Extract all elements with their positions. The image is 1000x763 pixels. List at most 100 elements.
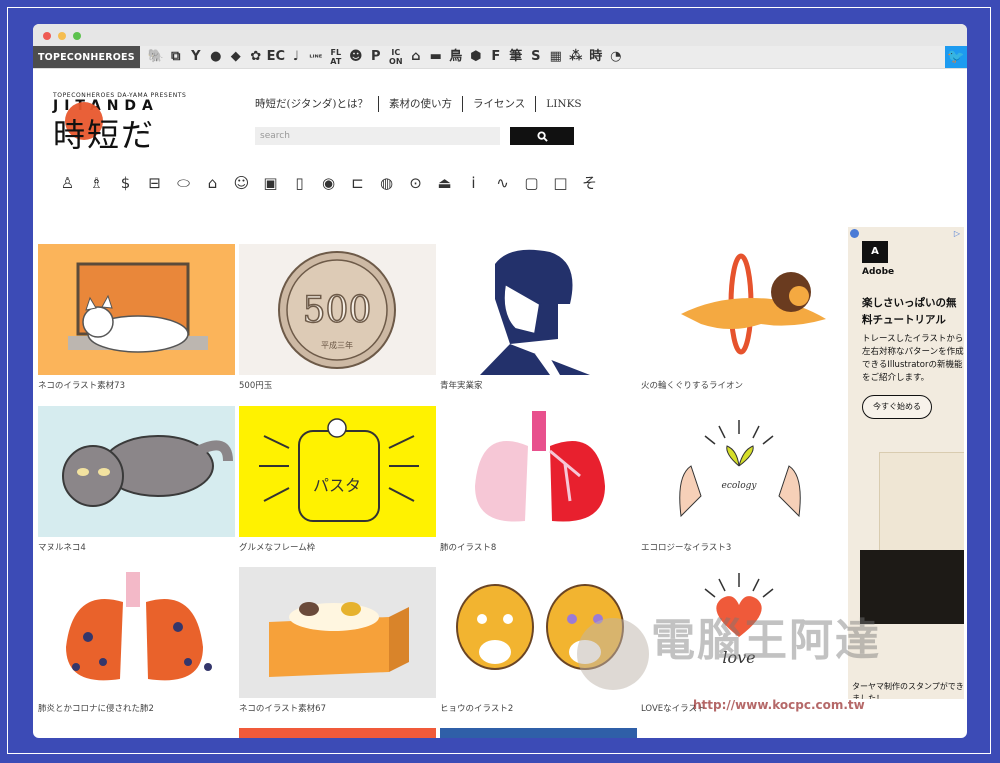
site-icon[interactable]: 時: [586, 46, 606, 68]
adchoices-icon[interactable]: ▷: [954, 229, 960, 238]
site-icon[interactable]: ☻: [346, 46, 366, 68]
site-icon[interactable]: F: [486, 46, 506, 68]
topeconheroes-bar: TOPECONHEROES 🐘 ⧉ Y ● ◆ ✿ EC ♩ ᴸᴵᴺᴱ FL AT ☻ P IC ON ⌂…: [33, 46, 967, 69]
card-caption[interactable]: 青年実業家: [440, 379, 637, 391]
ad-artwork: [879, 452, 964, 554]
nav-links[interactable]: LINKS: [535, 96, 591, 112]
category-icon[interactable]: ⏏: [430, 174, 459, 192]
maximize-dot[interactable]: [73, 32, 81, 40]
grid-card[interactable]: ecology エコロジーなイラスト3: [641, 406, 838, 553]
site-icon[interactable]: FL AT: [326, 48, 346, 66]
category-icon[interactable]: $: [111, 174, 140, 192]
category-icon[interactable]: i: [459, 174, 488, 192]
category-icon[interactable]: ▣: [256, 174, 285, 192]
site-icon[interactable]: ◆: [226, 46, 246, 68]
card-caption[interactable]: ヒョウのイラスト2: [440, 702, 637, 714]
site-icon[interactable]: P: [366, 46, 386, 68]
category-icon[interactable]: ♗: [82, 174, 111, 192]
site-icon[interactable]: ⧉: [166, 46, 186, 68]
category-icon[interactable]: ⊙: [401, 174, 430, 192]
coin-sub: 平成三年: [321, 340, 353, 350]
nav-about[interactable]: 時短だ(ジタンダ)とは？: [255, 96, 378, 112]
grid-card[interactable]: ネコのイラスト素材67: [239, 567, 436, 714]
watermark-url: http://www.kocpc.com.tw: [693, 698, 865, 712]
site-icon[interactable]: ▬: [426, 46, 446, 68]
category-icon[interactable]: ∿: [488, 174, 517, 192]
site-icon[interactable]: ◔: [606, 46, 626, 68]
site-icon[interactable]: ▦: [546, 46, 566, 68]
site-icon[interactable]: ✿: [246, 46, 266, 68]
grid-card[interactable]: ネコのイラスト素材73: [38, 244, 235, 391]
category-icon[interactable]: ▯: [285, 174, 314, 192]
grid-card[interactable]: 肺のイラスト8: [440, 406, 637, 553]
category-icon[interactable]: ☺: [227, 174, 256, 192]
ad-caption[interactable]: ターヤマ制作のスタンプができました！: [852, 681, 964, 699]
card-caption[interactable]: 500円玉: [239, 379, 436, 391]
thumb-businessman: [440, 244, 637, 375]
ad-info-icon[interactable]: [850, 229, 859, 238]
search-input[interactable]: search: [255, 127, 500, 145]
site-icon[interactable]: 筆: [506, 46, 526, 68]
site-icon[interactable]: ⬢: [466, 46, 486, 68]
site-icon[interactable]: 🐘: [146, 46, 166, 68]
category-icon[interactable]: ⌂: [198, 174, 227, 192]
category-icon[interactable]: □: [546, 174, 575, 192]
minimize-dot[interactable]: [58, 32, 66, 40]
thumb-ecology: ecology: [641, 406, 838, 537]
category-icon[interactable]: ⊏: [343, 174, 372, 192]
thumb-sick-lungs: [38, 567, 235, 698]
card-caption[interactable]: 肺のイラスト8: [440, 541, 637, 553]
thumb-partial: [239, 728, 436, 738]
category-icon[interactable]: ◍: [372, 174, 401, 192]
browser-titlebar: [33, 24, 967, 46]
ad-cta-button[interactable]: 今すぐ始める: [862, 395, 932, 419]
site-icon[interactable]: IC ON: [386, 48, 406, 66]
grid-card[interactable]: 青年実業家: [440, 244, 637, 391]
thumb-pasta-frame: パスタ: [239, 406, 436, 537]
pasta-text: パスタ: [313, 476, 361, 495]
search-button[interactable]: [510, 127, 574, 145]
search-icon: [536, 130, 548, 142]
site-icon[interactable]: ♩: [286, 46, 306, 68]
thumb-coin: 500 平成三年: [239, 244, 436, 375]
ecology-text: ecology: [722, 481, 758, 491]
site-icon[interactable]: ᴸᴵᴺᴱ: [306, 53, 326, 62]
site-icon[interactable]: ⌂: [406, 46, 426, 68]
category-icon[interactable]: ⬭: [169, 174, 198, 192]
top-navigation: 時短だ(ジタンダ)とは？ 素材の使い方 ライセンス LINKS: [255, 96, 592, 112]
site-icon[interactable]: 鳥: [446, 46, 466, 68]
topeconheroes-brand[interactable]: TOPECONHEROES: [33, 46, 140, 68]
card-caption[interactable]: 火の輪くぐりするライオン: [641, 379, 838, 391]
category-icons-row: ♙ ♗ $ ⊟ ⬭ ⌂ ☺ ▣ ▯ ◉ ⊏ ◍ ⊙ ⏏ i ∿ ▢ □ そ: [53, 172, 604, 193]
card-caption[interactable]: ネコのイラスト素材73: [38, 379, 235, 391]
ad-headline: 楽しさいっぱいの無料チュートリアル: [862, 297, 957, 326]
site-icon[interactable]: Y: [186, 46, 206, 68]
category-icon[interactable]: ▢: [517, 174, 546, 192]
grid-card[interactable]: 肺炎とかコロナに侵された肺2: [38, 567, 235, 714]
close-dot[interactable]: [43, 32, 51, 40]
site-icon[interactable]: ⁂: [566, 46, 586, 68]
card-caption[interactable]: エコロジーなイラスト3: [641, 541, 838, 553]
category-icon[interactable]: ⊟: [140, 174, 169, 192]
nav-usage[interactable]: 素材の使い方: [377, 96, 462, 112]
grid-card[interactable]: マヌルネコ4: [38, 406, 235, 553]
category-icon[interactable]: ♙: [53, 174, 82, 192]
card-caption[interactable]: ネコのイラスト素材67: [239, 702, 436, 714]
site-icon[interactable]: EC: [266, 46, 286, 68]
grid-card[interactable]: パスタ グルメなフレーム枠: [239, 406, 436, 553]
twitter-icon[interactable]: 🐦: [945, 46, 967, 68]
ad-brand: Adobe: [862, 267, 895, 277]
nav-license[interactable]: ライセンス: [461, 96, 535, 112]
card-caption[interactable]: グルメなフレーム枠: [239, 541, 436, 553]
site-icon[interactable]: S: [526, 46, 546, 68]
card-caption[interactable]: 肺炎とかコロナに侵された肺2: [38, 702, 235, 714]
category-icon[interactable]: そ: [575, 172, 604, 193]
watermark-mascot: [577, 618, 649, 690]
category-icon[interactable]: ◉: [314, 174, 343, 192]
thumb-manul: [38, 406, 235, 537]
card-caption[interactable]: マヌルネコ4: [38, 541, 235, 553]
grid-card[interactable]: 火の輪くぐりするライオン: [641, 244, 838, 391]
site-logo[interactable]: TOPECONHEROES DA-YAMA PRESENTS JITANDA 時…: [53, 92, 203, 154]
grid-card[interactable]: 500 平成三年 500円玉: [239, 244, 436, 391]
site-icon[interactable]: ●: [206, 46, 226, 68]
